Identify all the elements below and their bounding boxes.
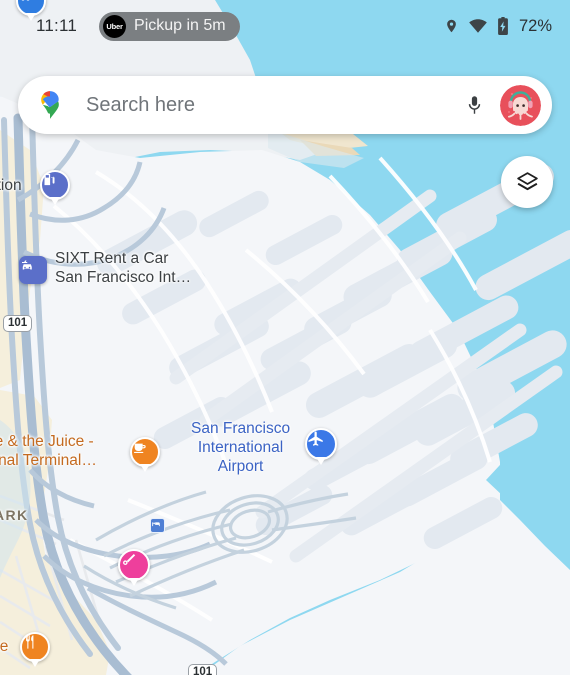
shopping-pin[interactable] <box>118 549 150 581</box>
airplane-icon <box>308 431 323 446</box>
map-layers-button[interactable] <box>501 156 553 208</box>
uber-notification-pill[interactable]: Uber Pickup in 5m <box>99 11 240 41</box>
uber-notification-text: Pickup in 5m <box>134 17 226 34</box>
restaurant-pin[interactable] <box>20 632 50 662</box>
fuel-pump-icon <box>44 173 55 186</box>
sfo-label-line-2: Airport <box>217 458 264 475</box>
google-maps-pin-icon <box>41 91 59 119</box>
car-rental-pin[interactable] <box>19 256 47 284</box>
airport-pin[interactable] <box>305 428 337 460</box>
joe-label-line-0: oe & the Juice - <box>0 433 94 450</box>
layers-icon <box>516 171 538 190</box>
battery-percent: 72% <box>518 16 552 35</box>
status-icons: 72% <box>444 17 552 36</box>
area-label: ARK <box>0 507 29 523</box>
sixt-label-line-1: San Francisco Int… <box>55 269 192 286</box>
gas-station-label-line-0: ation <box>0 177 22 194</box>
restaurant-label: se <box>0 637 8 656</box>
voice-search-button[interactable] <box>456 92 492 118</box>
status-clock: 11:11 <box>36 16 78 35</box>
status-bar: 11:11 Uber Pickup in 5m 72% <box>0 0 570 52</box>
location-icon <box>447 19 456 33</box>
gas-station-label: ation <box>0 176 22 195</box>
microphone-icon <box>468 96 480 114</box>
joe-label-line-1: ional Terminal… <box>0 452 97 469</box>
coffee-cup-icon <box>134 443 146 453</box>
car-rental-icon <box>22 260 32 270</box>
joe-and-the-juice-label: oe & the Juice - ional Terminal… <box>0 432 97 470</box>
highway-shield-101-lower: 101 <box>188 664 218 675</box>
uber-app-badge: Uber <box>103 14 127 38</box>
hotel-bed-icon <box>152 522 160 527</box>
highway-shield-101-upper: 101 <box>3 315 33 332</box>
shopping-icon <box>123 553 136 565</box>
gas-station-pin[interactable] <box>40 170 70 200</box>
fork-knife-icon <box>26 635 34 649</box>
sfo-airport-label: San Francisco International Airport <box>191 419 290 476</box>
cafe-pin[interactable] <box>130 437 160 467</box>
search-input[interactable]: Search here <box>86 94 456 117</box>
sixt-label-line-0: SIXT Rent a Car <box>55 250 169 267</box>
sixt-rent-a-car-label: SIXT Rent a Car San Francisco Int… <box>55 249 191 287</box>
sfo-label-line-0: San Francisco <box>191 420 291 437</box>
restaurant-label-line-0: se <box>0 638 9 655</box>
search-bar[interactable]: Search here <box>18 76 552 134</box>
octopus-headphones-avatar <box>500 84 541 126</box>
battery-charging-icon <box>498 17 508 35</box>
account-avatar[interactable] <box>500 84 541 126</box>
sfo-label-line-1: International <box>197 439 284 456</box>
wifi-icon <box>469 19 487 33</box>
hotel-icon[interactable] <box>150 518 165 533</box>
